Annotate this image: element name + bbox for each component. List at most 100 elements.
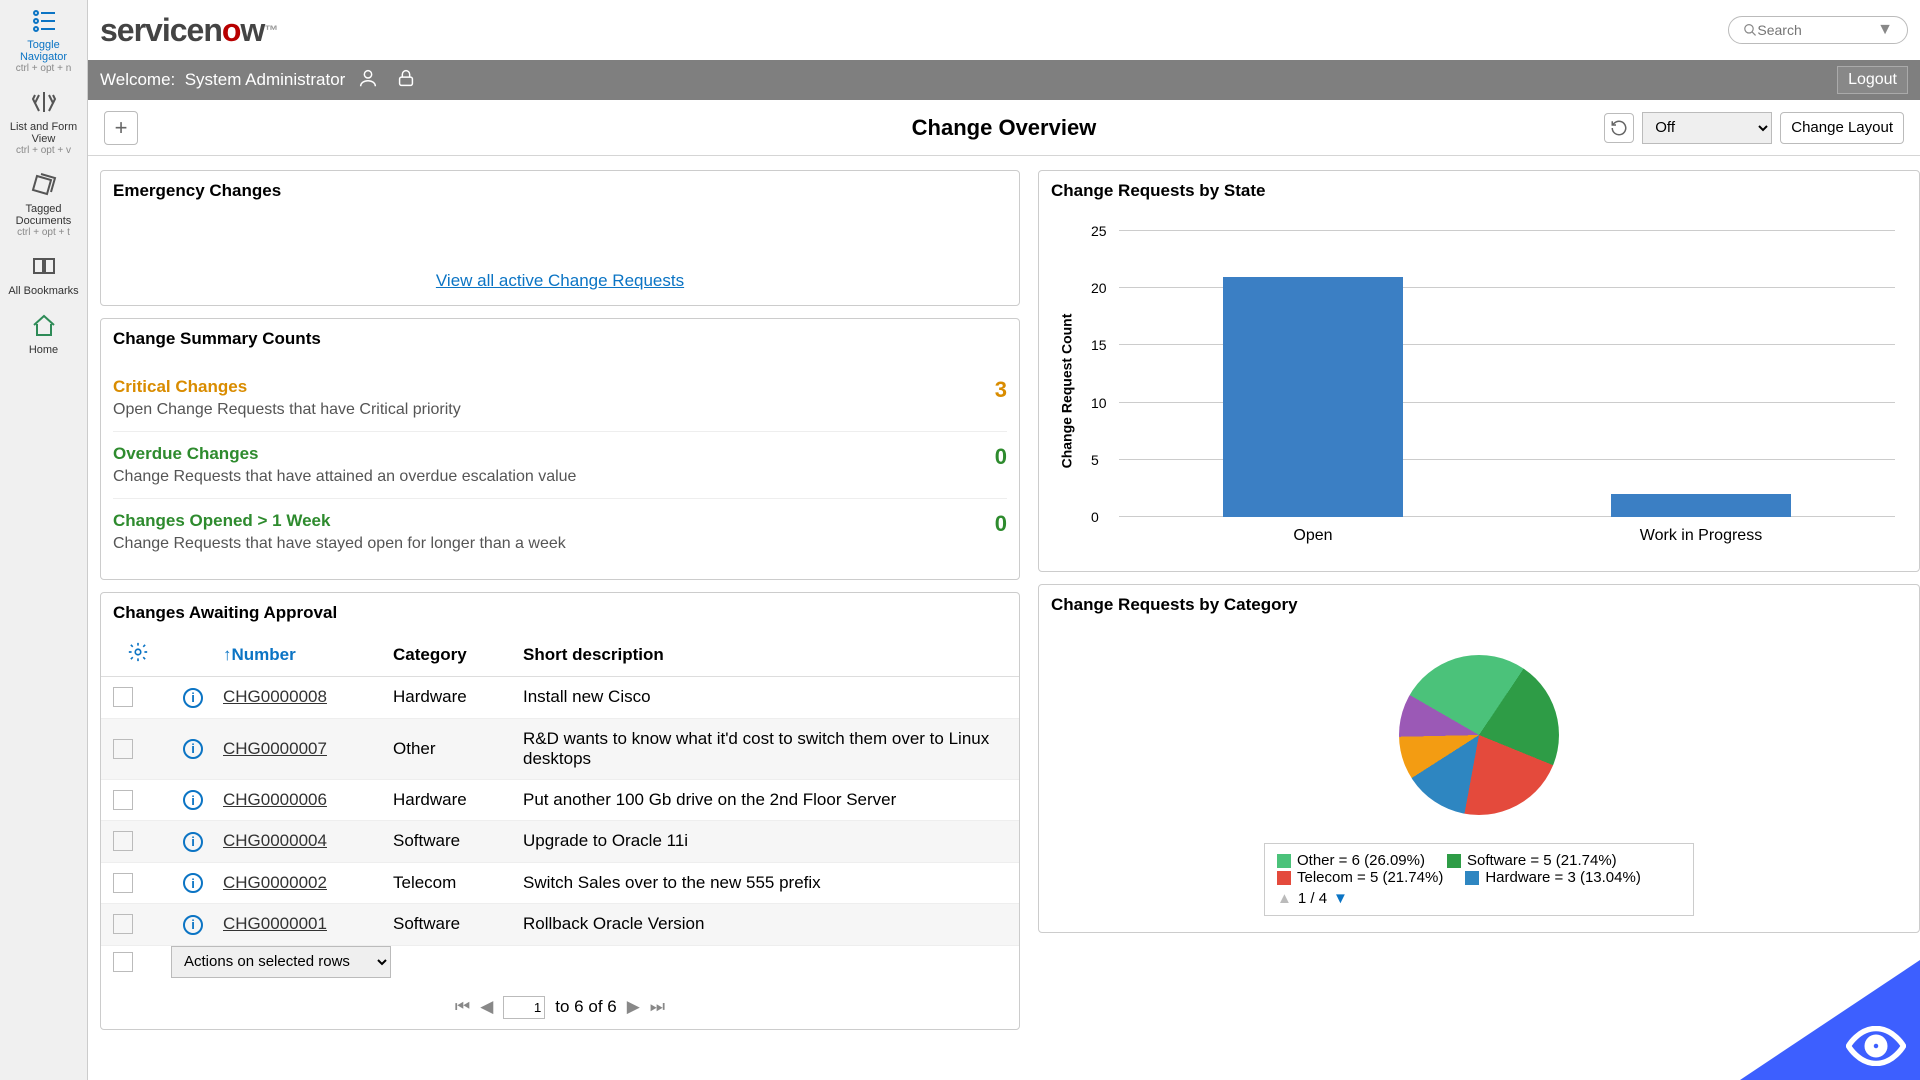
change-number-link[interactable]: CHG0000008 (223, 687, 327, 706)
pager-first-icon[interactable]: ⏮ (455, 997, 470, 1017)
row-short-description: R&D wants to know what it'd cost to swit… (523, 729, 1007, 769)
panel-change-summary-counts: Change Summary Counts Critical ChangesOp… (100, 318, 1020, 580)
legend-item[interactable]: Hardware = 3 (13.04%) (1465, 869, 1641, 886)
info-icon[interactable]: i (183, 688, 203, 708)
select-all-checkbox[interactable] (113, 952, 133, 972)
info-icon[interactable]: i (183, 790, 203, 810)
column-number-sort[interactable]: ↑Number (223, 645, 393, 665)
change-number-link[interactable]: CHG0000004 (223, 831, 327, 850)
row-checkbox[interactable] (113, 687, 133, 707)
change-number-link[interactable]: CHG0000001 (223, 914, 327, 933)
pager-last-icon[interactable]: ⏭ (650, 997, 665, 1017)
row-short-description: Upgrade to Oracle 11i (523, 831, 1007, 851)
row-checkbox[interactable] (113, 790, 133, 810)
actions-on-selected-rows-select[interactable]: Actions on selected rows (171, 946, 391, 978)
top-bar: servicenow™ ▼ (88, 0, 1920, 60)
gear-icon[interactable] (127, 650, 149, 667)
pie-legend: Other = 6 (26.09%) Software = 5 (21.74%)T… (1264, 843, 1694, 916)
bar-chart: Change Request Count 0510152025 OpenWork… (1039, 211, 1919, 571)
y-tick-label: 20 (1091, 280, 1107, 296)
tagged-documents-icon (4, 172, 83, 201)
pie-chart[interactable] (1399, 655, 1559, 815)
legend-item[interactable]: Other = 6 (26.09%) (1277, 852, 1425, 869)
row-category: Hardware (393, 790, 523, 810)
rail-tagged-documents[interactable]: Tagged Documentsctrl + opt + t (0, 164, 87, 246)
info-icon[interactable]: i (183, 873, 203, 893)
column-short-description[interactable]: Short description (523, 645, 1007, 665)
info-icon[interactable]: i (183, 832, 203, 852)
info-icon[interactable]: i (183, 915, 203, 935)
change-layout-button[interactable]: Change Layout (1780, 112, 1904, 144)
pager-next-icon[interactable]: ▶ (627, 997, 640, 1017)
refresh-interval-select[interactable]: Off (1642, 112, 1772, 144)
summary-desc: Change Requests that have stayed open fo… (113, 535, 566, 553)
legend-item[interactable]: Software = 5 (21.74%) (1447, 852, 1617, 869)
x-tick-label: Open (1119, 527, 1507, 545)
chevron-down-icon[interactable]: ▼ (1877, 21, 1893, 39)
y-tick-label: 5 (1091, 452, 1099, 468)
row-checkbox[interactable] (113, 739, 133, 759)
welcome-bar: Welcome: System Administrator Logout (88, 60, 1920, 100)
y-tick-label: 15 (1091, 337, 1107, 353)
welcome-prefix: Welcome: (100, 70, 175, 90)
column-category[interactable]: Category (393, 645, 523, 665)
welcome-user: System Administrator (185, 70, 346, 90)
search-input[interactable] (1757, 22, 1877, 38)
summary-row[interactable]: Critical ChangesOpen Change Requests tha… (113, 365, 1007, 432)
info-icon[interactable]: i (183, 739, 203, 759)
home-icon (4, 313, 83, 342)
eye-icon (1846, 1026, 1906, 1066)
rail-all-bookmarks[interactable]: All Bookmarks (0, 246, 87, 305)
change-number-link[interactable]: CHG0000002 (223, 873, 327, 892)
row-checkbox[interactable] (113, 914, 133, 934)
bar-open[interactable] (1223, 277, 1403, 517)
y-tick-label: 0 (1091, 509, 1099, 525)
table-row: iCHG0000008HardwareInstall new Cisco (101, 677, 1019, 719)
legend-next-icon[interactable]: ▼ (1333, 890, 1348, 907)
panel-title: Change Requests by Category (1039, 585, 1919, 625)
panel-changes-awaiting-approval: Changes Awaiting Approval ↑Number Catego… (100, 592, 1020, 1030)
bar-work-in-progress[interactable] (1611, 494, 1791, 517)
add-widget-button[interactable]: + (104, 111, 138, 145)
page-header: + Change Overview Off Change Layout (88, 100, 1920, 156)
pager-page-input[interactable] (503, 996, 545, 1019)
summary-row[interactable]: Overdue ChangesChange Requests that have… (113, 432, 1007, 499)
table-row: iCHG0000001SoftwareRollback Oracle Versi… (101, 904, 1019, 946)
sort-asc-icon: ↑ (223, 645, 232, 664)
summary-row[interactable]: Changes Opened > 1 WeekChange Requests t… (113, 499, 1007, 565)
legend-item[interactable]: Telecom = 5 (21.74%) (1277, 869, 1443, 886)
row-category: Software (393, 831, 523, 851)
legend-swatch (1465, 871, 1479, 885)
row-short-description: Switch Sales over to the new 555 prefix (523, 873, 1007, 893)
view-all-change-requests-link[interactable]: View all active Change Requests (101, 211, 1019, 305)
panel-emergency-changes: Emergency Changes View all active Change… (100, 170, 1020, 306)
legend-label: Telecom = 5 (21.74%) (1297, 869, 1443, 886)
row-short-description: Install new Cisco (523, 687, 1007, 707)
summary-desc: Open Change Requests that have Critical … (113, 401, 461, 419)
rail-list-form-view[interactable]: List and Form Viewctrl + opt + v (0, 82, 87, 164)
table-row: iCHG0000002TelecomSwitch Sales over to t… (101, 863, 1019, 905)
legend-swatch (1277, 871, 1291, 885)
legend-label: Other = 6 (26.09%) (1297, 852, 1425, 869)
table-header: ↑Number Category Short description (101, 633, 1019, 677)
x-tick-label: Work in Progress (1507, 527, 1895, 545)
corner-widget[interactable] (1740, 960, 1920, 1080)
panel-title: Changes Awaiting Approval (101, 593, 1019, 633)
rail-home[interactable]: Home (0, 305, 87, 364)
legend-prev-icon[interactable]: ▲ (1277, 890, 1292, 907)
panel-title: Change Summary Counts (101, 319, 1019, 359)
row-checkbox[interactable] (113, 873, 133, 893)
change-number-link[interactable]: CHG0000007 (223, 739, 327, 758)
pager-prev-icon[interactable]: ◀ (480, 997, 493, 1017)
global-search[interactable]: ▼ (1728, 16, 1908, 44)
refresh-button[interactable] (1604, 113, 1634, 143)
change-number-link[interactable]: CHG0000006 (223, 790, 327, 809)
lock-icon[interactable] (395, 67, 421, 93)
row-checkbox[interactable] (113, 831, 133, 851)
logout-button[interactable]: Logout (1837, 66, 1908, 94)
row-short-description: Put another 100 Gb drive on the 2nd Floo… (523, 790, 1007, 810)
left-rail: Toggle Navigatorctrl + opt + nList and F… (0, 0, 88, 1080)
rail-toggle-navigator[interactable]: Toggle Navigatorctrl + opt + n (0, 0, 87, 82)
summary-count: 0 (995, 511, 1007, 537)
user-icon[interactable] (357, 67, 383, 93)
